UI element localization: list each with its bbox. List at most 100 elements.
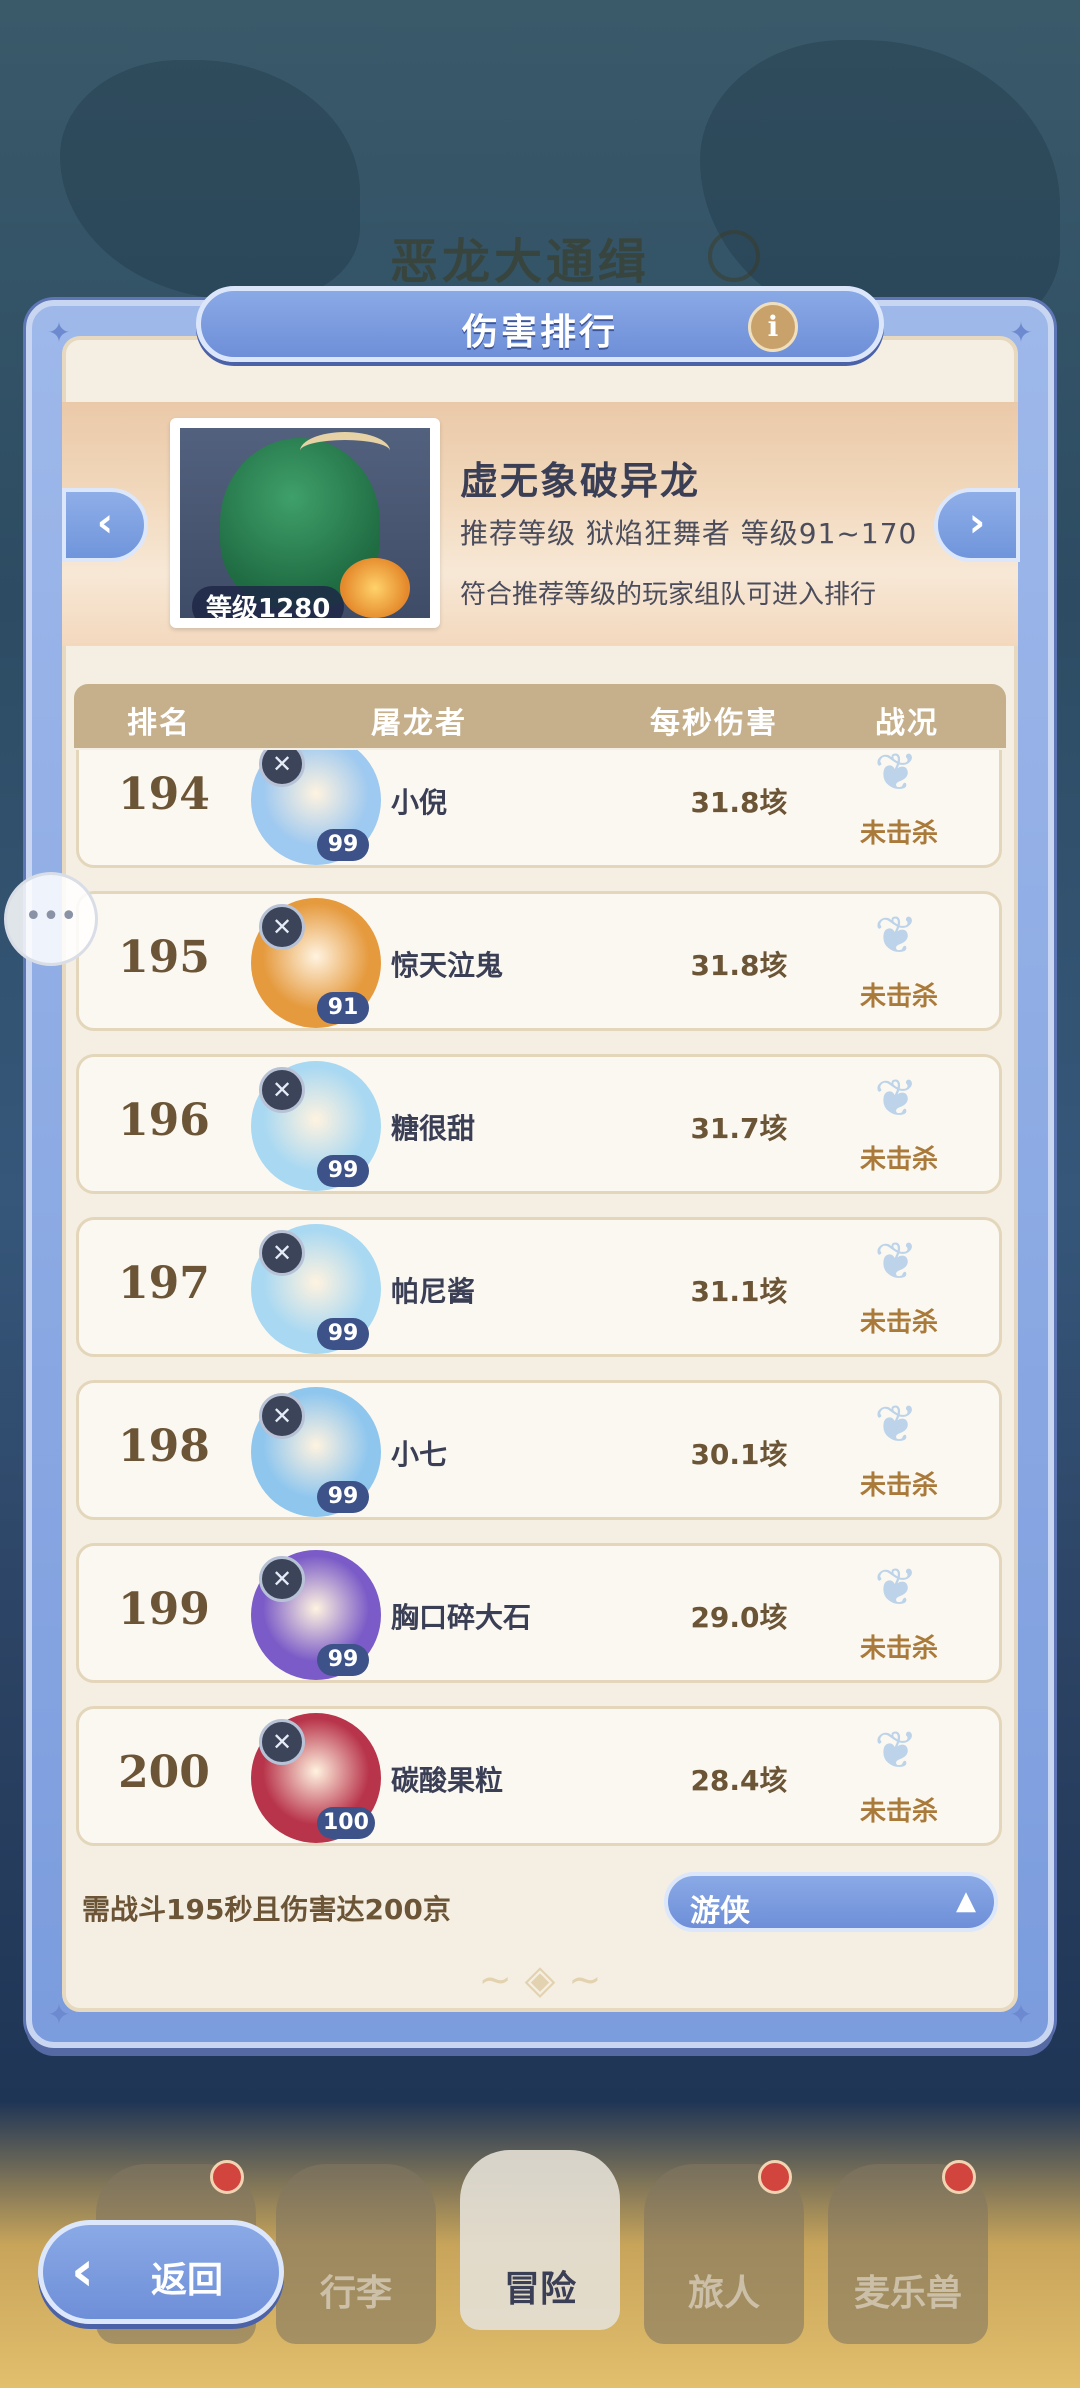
- kill-status: 未击杀: [859, 1471, 938, 1501]
- class-icon: ✕: [259, 904, 305, 950]
- player-dps: 31.8垓: [690, 949, 788, 982]
- chat-icon[interactable]: •••: [4, 872, 98, 966]
- class-icon: ✕: [259, 1719, 305, 1765]
- header-status: 战况: [875, 706, 939, 741]
- player-level: 99: [317, 1155, 369, 1187]
- dragon-art: 等级1280: [180, 428, 430, 618]
- footer-ornament-icon: ~ ◈ ~: [478, 1957, 602, 2003]
- class-icon: ✕: [259, 1393, 305, 1439]
- kill-status: 未击杀: [859, 819, 938, 849]
- player-level: 91: [317, 992, 369, 1024]
- rank-number: 200: [118, 1747, 210, 1798]
- rank-number: 194: [118, 769, 210, 820]
- player-level: 99: [317, 1318, 369, 1350]
- tab-luggage[interactable]: 行李: [276, 2164, 436, 2344]
- class-select-value: 游侠: [690, 1894, 750, 1929]
- player-avatar[interactable]: ✕ 91: [251, 898, 381, 1028]
- table-row[interactable]: 198 ✕ 99 小七 30.1垓 ❦ 未击杀: [76, 1380, 1002, 1520]
- table-row[interactable]: 199 ✕ 99 胸口碎大石 29.0垓 ❦ 未击杀: [76, 1543, 1002, 1683]
- player-name: 帕尼酱: [391, 1275, 476, 1308]
- header-rank: 排名: [127, 706, 191, 741]
- player-level: 99: [317, 829, 369, 861]
- table-row[interactable]: 195 ✕ 91 惊天泣鬼 31.8垓 ❦ 未击杀: [76, 891, 1002, 1031]
- player-name: 小七: [391, 1438, 448, 1471]
- rank-number: 197: [118, 1258, 210, 1309]
- player-avatar[interactable]: ✕ 99: [251, 1550, 381, 1680]
- dragon-head-icon: ❦: [874, 1721, 918, 1781]
- back-button[interactable]: ‹ 返回: [38, 2220, 284, 2324]
- boss-note: 符合推荐等级的玩家组队可进入排行: [460, 580, 877, 610]
- player-name: 碳酸果粒: [391, 1764, 504, 1797]
- table-row[interactable]: 197 ✕ 99 帕尼酱 31.1垓 ❦ 未击杀: [76, 1217, 1002, 1357]
- header-dps: 每秒伤害: [650, 706, 778, 741]
- ranking-table-header: 排名 屠龙者 每秒伤害 战况: [74, 684, 1006, 748]
- background-rock: [60, 60, 360, 300]
- table-row[interactable]: 200 ✕ 100 碳酸果粒 28.4垓 ❦ 未击杀: [76, 1706, 1002, 1846]
- tab-travelers[interactable]: 旅人: [644, 2160, 804, 2344]
- back-button-label: 返回: [151, 2260, 224, 2301]
- rank-number: 195: [118, 932, 210, 983]
- dragon-head-icon: ❦: [874, 750, 918, 803]
- corner-ornament-icon: ✦: [47, 1998, 71, 2031]
- ranking-list[interactable]: 194 ✕ 99 小倪 31.8垓 ❦ 未击杀 195 ✕ 91 惊天泣鬼 31.8垓 ❦ 未击杀 196 ✕…: [62, 750, 1018, 1850]
- previous-boss-button[interactable]: ‹: [62, 488, 148, 562]
- dragon-head-icon: ❦: [874, 1395, 918, 1455]
- rank-number: 199: [118, 1584, 210, 1635]
- class-icon: ✕: [259, 1067, 305, 1113]
- tab-pets[interactable]: 麦乐兽: [828, 2160, 988, 2344]
- kill-status: 未击杀: [859, 1308, 938, 1338]
- background-badge-icon: [708, 230, 760, 282]
- chevron-right-icon: ›: [968, 500, 986, 546]
- player-dps: 31.1垓: [690, 1275, 788, 1308]
- player-dps: 30.1垓: [690, 1438, 788, 1471]
- background-title: 恶龙大通缉: [390, 234, 651, 290]
- boss-name: 虚无象破异龙: [460, 459, 701, 503]
- player-level: 100: [317, 1807, 375, 1839]
- notification-dot: [210, 2160, 244, 2194]
- caret-up-icon: ▲: [956, 1886, 976, 1916]
- corner-ornament-icon: ✦: [47, 316, 71, 349]
- player-name: 胸口碎大石: [391, 1601, 532, 1634]
- requirement-note: 需战斗195秒且伤害达200京: [82, 1893, 451, 1926]
- player-level: 99: [317, 1481, 369, 1513]
- notification-dot: [942, 2160, 976, 2194]
- header-player: 屠龙者: [371, 706, 467, 741]
- corner-ornament-icon: ✦: [1009, 1998, 1033, 2031]
- player-name: 糖很甜: [391, 1112, 476, 1145]
- player-dps: 31.8垓: [690, 786, 788, 819]
- chevron-left-icon: ‹: [96, 500, 114, 546]
- rank-number: 198: [118, 1421, 210, 1472]
- info-icon[interactable]: i: [748, 302, 798, 352]
- boss-portrait: 等级1280: [170, 418, 440, 628]
- player-avatar[interactable]: ✕ 100: [251, 1713, 381, 1843]
- class-icon: ✕: [259, 1230, 305, 1276]
- dragon-head-icon: ❦: [874, 906, 918, 966]
- kill-status: 未击杀: [859, 1634, 938, 1664]
- table-row[interactable]: 194 ✕ 99 小倪 31.8垓 ❦ 未击杀: [76, 750, 1002, 868]
- boss-recommendation: 推荐等级 狱焰狂舞者 等级91~170: [460, 517, 918, 550]
- kill-status: 未击杀: [859, 1145, 938, 1175]
- dragon-head-icon: ❦: [874, 1069, 918, 1129]
- tab-adventure[interactable]: 冒险: [460, 2150, 620, 2330]
- rank-number: 196: [118, 1095, 210, 1146]
- player-avatar[interactable]: ✕ 99: [251, 1387, 381, 1517]
- kill-status: 未击杀: [859, 1797, 938, 1827]
- class-icon: ✕: [259, 1556, 305, 1602]
- player-avatar[interactable]: ✕ 99: [251, 750, 381, 865]
- notification-dot: [758, 2160, 792, 2194]
- player-dps: 29.0垓: [690, 1601, 788, 1634]
- boss-level-badge: 等级1280: [192, 586, 345, 618]
- player-avatar[interactable]: ✕ 99: [251, 1224, 381, 1354]
- corner-ornament-icon: ✦: [1009, 316, 1033, 349]
- table-row[interactable]: 196 ✕ 99 糖很甜 31.7垓 ❦ 未击杀: [76, 1054, 1002, 1194]
- back-arrow-icon: ‹: [71, 2239, 95, 2304]
- kill-status: 未击杀: [859, 982, 938, 1012]
- player-level: 99: [317, 1644, 369, 1676]
- player-name: 惊天泣鬼: [391, 949, 504, 982]
- class-select[interactable]: 游侠 ▲: [664, 1872, 998, 1932]
- next-boss-button[interactable]: ›: [934, 488, 1020, 562]
- player-avatar[interactable]: ✕ 99: [251, 1061, 381, 1191]
- player-dps: 31.7垓: [690, 1112, 788, 1145]
- player-dps: 28.4垓: [690, 1764, 788, 1797]
- dragon-head-icon: ❦: [874, 1558, 918, 1618]
